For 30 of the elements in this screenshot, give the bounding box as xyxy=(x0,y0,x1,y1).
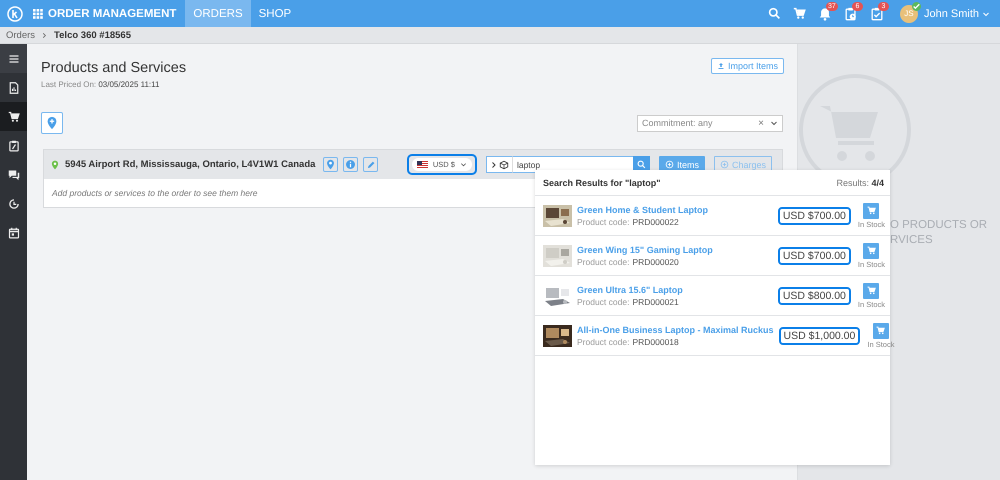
product-price: USD $1,000.00 xyxy=(778,326,860,344)
import-items-button[interactable]: Import Items xyxy=(710,58,784,74)
results-title: Search Results for "laptop" xyxy=(543,178,661,188)
product-code: Product code: PRD000021 xyxy=(577,296,680,306)
product-link[interactable]: All-in-One Business Laptop - Maximal Ruckus xyxy=(577,324,774,334)
user-avatar[interactable]: JS xyxy=(900,4,918,22)
last-priced-text: Last Priced On: 03/05/2025 11:11 xyxy=(41,80,160,89)
nav-tab[interactable]: ORDERS xyxy=(185,0,251,27)
commitment-select[interactable]: Commitment: any × xyxy=(637,114,783,132)
product-link[interactable]: Green Home & Student Laptop xyxy=(577,204,773,214)
product-price: USD $700.00 xyxy=(778,246,851,264)
user-name[interactable]: John Smith xyxy=(924,8,979,20)
product-code: Product code: PRD000022 xyxy=(577,216,680,226)
breadcrumb-link[interactable]: Orders xyxy=(6,30,36,40)
results-count: Results: 4/4 xyxy=(836,178,884,188)
product-price: USD $700.00 xyxy=(778,206,851,224)
empty-state-text: O PRODUCTS OR xyxy=(890,218,988,233)
product-code: Product code: PRD000018 xyxy=(577,336,680,346)
product-link[interactable]: Green Wing 15" Gaming Laptop xyxy=(577,244,773,254)
product-link[interactable]: Green Ultra 15.6" Laptop xyxy=(577,284,773,294)
clear-button[interactable]: × xyxy=(758,118,764,128)
breadcrumb-current: Telco 360 #18565 xyxy=(54,30,131,40)
empty-message: Add products or services to the order to see them here xyxy=(52,188,258,198)
empty-state-text: RVICES xyxy=(890,233,934,248)
nav-tab[interactable]: SHOP xyxy=(250,0,300,27)
app-title: ORDER MANAGEMENT xyxy=(48,8,176,20)
address-text: 5945 Airport Rd, Mississauga, Ontario, L4V1W1 Canada xyxy=(65,159,316,170)
product-price: USD $800.00 xyxy=(778,286,851,304)
product-code: Product code: PRD000020 xyxy=(577,256,680,266)
page-title: Products and Services xyxy=(41,60,186,76)
